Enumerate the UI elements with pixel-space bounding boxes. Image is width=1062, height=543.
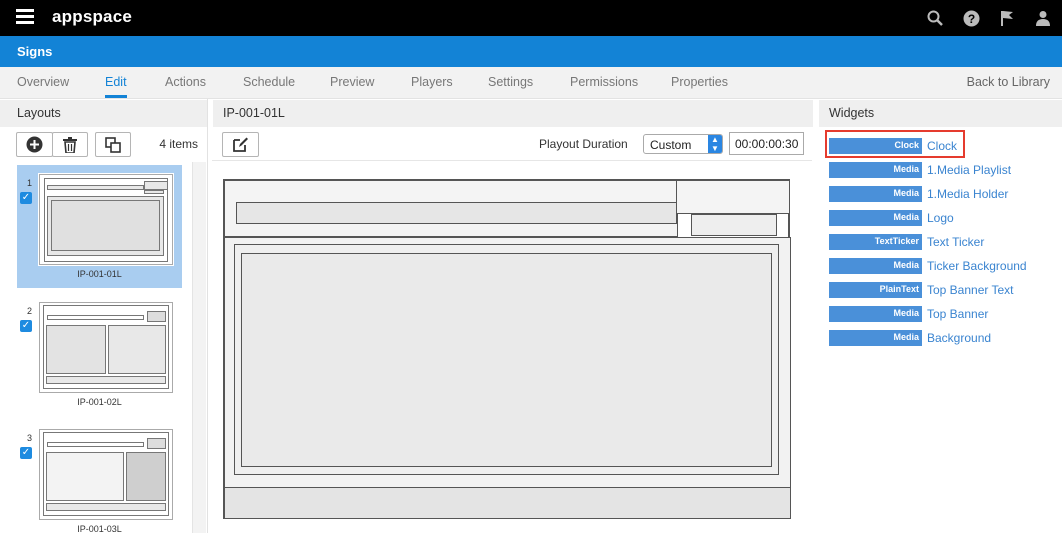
editor-toolbar: Playout Duration Custom ▲ ▼ 00:00:00:30 xyxy=(212,129,812,161)
tab-settings[interactable]: Settings xyxy=(488,75,533,89)
widgets-title: Widgets xyxy=(829,106,875,120)
layout-name: IP-001-02L xyxy=(77,397,122,407)
layout-count: 4 items xyxy=(159,137,198,151)
widget-item[interactable]: Media 1.Media Holder xyxy=(829,185,1008,203)
widget-name[interactable]: Ticker Background xyxy=(927,259,1027,273)
layout-thumbnail xyxy=(39,174,173,265)
tab-properties[interactable]: Properties xyxy=(671,75,728,89)
layout-name: IP-001-01L xyxy=(77,269,122,279)
widget-name[interactable]: Text Ticker xyxy=(927,235,984,249)
layout-number: 3 xyxy=(27,433,33,443)
widget-type: Media xyxy=(829,186,922,202)
widgets-header: Widgets xyxy=(819,100,1062,127)
section-title: Signs xyxy=(17,44,53,59)
top-bar: appspace ? xyxy=(0,0,1062,36)
widget-item[interactable]: TextTicker Text Ticker xyxy=(829,233,984,251)
playout-mode-value: Custom xyxy=(650,138,692,152)
layout-checkbox[interactable]: ✓ xyxy=(20,192,32,204)
widget-name[interactable]: Top Banner xyxy=(927,307,988,321)
back-to-library-link[interactable]: Back to Library xyxy=(967,75,1050,89)
widget-type: Media xyxy=(829,306,922,322)
widget-type: Media xyxy=(829,210,922,226)
top-icons: ? xyxy=(926,9,1052,27)
layout-item[interactable]: 3 ✓ IP-001-03L xyxy=(17,420,182,543)
widget-name[interactable]: Background xyxy=(927,331,991,345)
svg-text:?: ? xyxy=(967,12,974,26)
tab-bar: Overview Edit Actions Schedule Preview P… xyxy=(0,67,1062,99)
divider xyxy=(207,99,208,533)
widget-name[interactable]: 1.Media Holder xyxy=(927,187,1008,201)
layouts-title: Layouts xyxy=(17,106,61,120)
tab-actions[interactable]: Actions xyxy=(165,75,206,89)
region-ticker-background[interactable] xyxy=(224,487,791,519)
layout-checkbox[interactable]: ✓ xyxy=(20,320,32,332)
duration-input[interactable]: 00:00:00:30 xyxy=(729,132,804,155)
editor-title: IP-001-01L xyxy=(223,106,285,120)
layout-canvas xyxy=(223,179,791,519)
tab-preview[interactable]: Preview xyxy=(330,75,374,89)
tab-permissions[interactable]: Permissions xyxy=(570,75,638,89)
playout-mode-select[interactable]: Custom ▲ ▼ xyxy=(643,134,723,154)
widget-item[interactable]: Media Background xyxy=(829,329,991,347)
tab-edit[interactable]: Edit xyxy=(105,75,127,98)
flag-icon[interactable] xyxy=(998,9,1016,27)
widget-type: Media xyxy=(829,162,922,178)
plus-circle-icon xyxy=(26,136,43,153)
section-header: Signs xyxy=(0,36,1062,67)
delete-layout-button[interactable] xyxy=(52,132,88,157)
layout-list: 1 ✓ IP-001-01L 2 ✓ IP-001-02L 3 ✓ IP-001… xyxy=(10,162,192,534)
search-icon[interactable] xyxy=(926,9,944,27)
widget-item[interactable]: Media Ticker Background xyxy=(829,257,1027,275)
region-logo[interactable] xyxy=(676,180,790,214)
layout-list-scrollbar[interactable] xyxy=(192,162,206,533)
widget-name[interactable]: Logo xyxy=(927,211,954,225)
widget-name[interactable]: 1.Media Playlist xyxy=(927,163,1011,177)
duplicate-layout-button[interactable] xyxy=(95,132,131,157)
widget-item[interactable]: Media Logo xyxy=(829,209,954,227)
layout-checkbox[interactable]: ✓ xyxy=(20,447,32,459)
app-logo[interactable]: appspace xyxy=(52,7,132,27)
clock-widget-highlight xyxy=(825,130,965,158)
tab-schedule[interactable]: Schedule xyxy=(243,75,295,89)
layout-thumbnail xyxy=(39,302,173,393)
playout-duration-label: Playout Duration xyxy=(539,137,628,151)
copy-icon xyxy=(105,136,121,153)
region-media-playlist[interactable] xyxy=(241,253,772,467)
select-arrows-icon: ▲ ▼ xyxy=(708,135,722,153)
region-top-banner-text[interactable] xyxy=(236,202,677,224)
widget-item[interactable]: Media Top Banner xyxy=(829,305,988,323)
widget-type: TextTicker xyxy=(829,234,922,250)
editor-header: IP-001-01L xyxy=(213,100,813,127)
layout-item[interactable]: 2 ✓ IP-001-02L xyxy=(17,293,182,416)
region-clock[interactable] xyxy=(691,214,777,236)
user-icon[interactable] xyxy=(1034,9,1052,27)
tab-overview[interactable]: Overview xyxy=(17,75,69,89)
layout-item[interactable]: 1 ✓ IP-001-01L xyxy=(17,165,182,288)
widget-item[interactable]: PlainText Top Banner Text xyxy=(829,281,1014,299)
edit-layout-button[interactable] xyxy=(222,132,259,157)
layout-number: 1 xyxy=(27,178,33,188)
layouts-toolbar: 4 items xyxy=(10,132,202,158)
widget-type: Media xyxy=(829,258,922,274)
widget-item[interactable]: Media 1.Media Playlist xyxy=(829,161,1011,179)
tab-players[interactable]: Players xyxy=(411,75,453,89)
help-icon[interactable]: ? xyxy=(962,9,980,27)
layout-thumbnail xyxy=(39,429,173,520)
trash-icon xyxy=(63,136,77,153)
widget-name[interactable]: Top Banner Text xyxy=(927,283,1014,297)
layout-number: 2 xyxy=(27,306,33,316)
menu-icon[interactable] xyxy=(16,9,34,25)
layouts-header: Layouts xyxy=(0,100,207,127)
widget-type: PlainText xyxy=(829,282,922,298)
edit-icon xyxy=(233,137,248,152)
add-layout-button[interactable] xyxy=(16,132,53,157)
widget-type: Media xyxy=(829,330,922,346)
